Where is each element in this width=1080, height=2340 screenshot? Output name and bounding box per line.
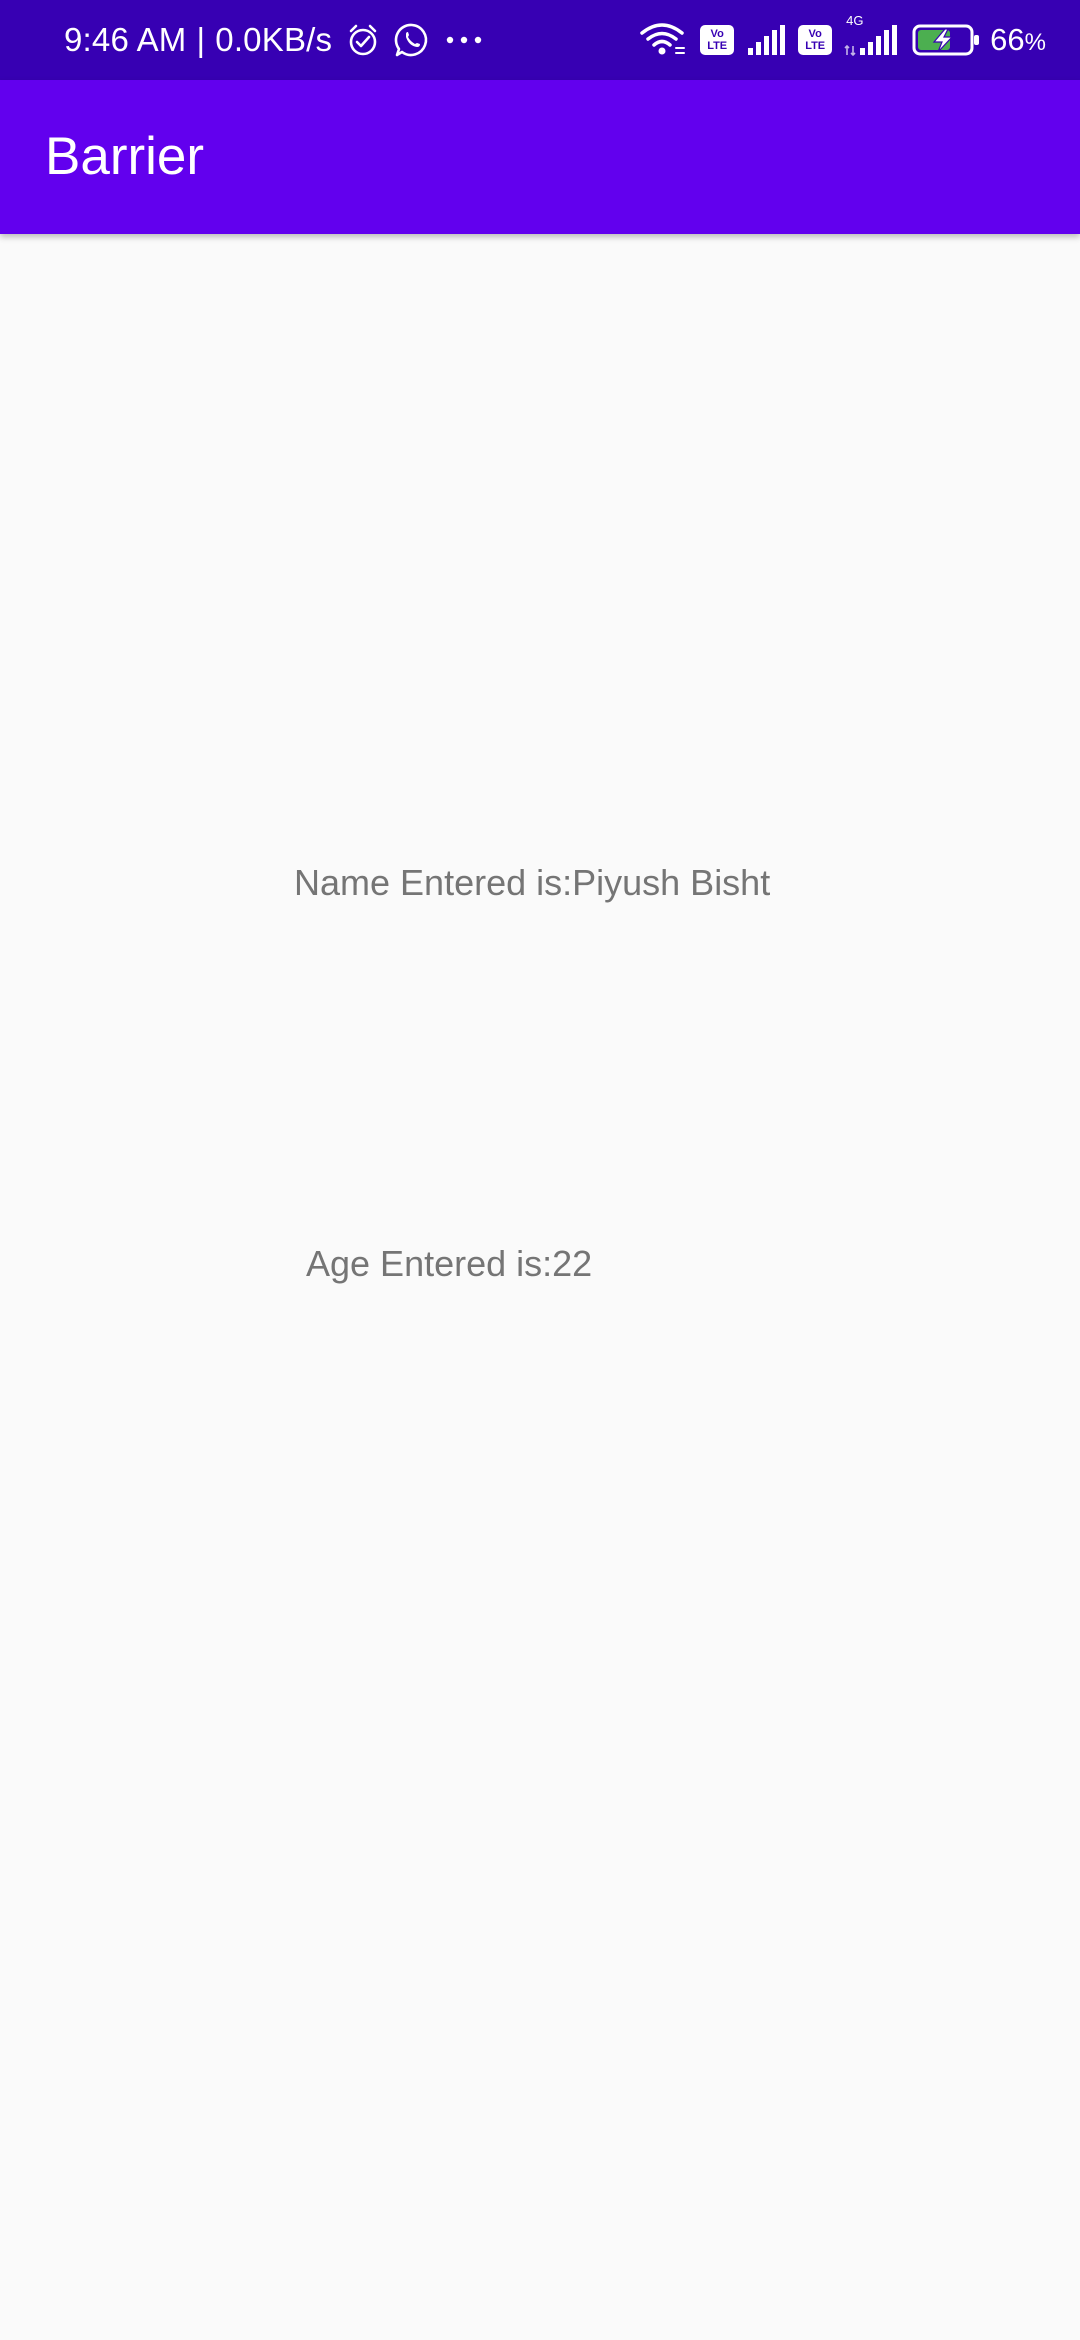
- battery-charging-icon: [912, 23, 982, 57]
- battery-unit: %: [1024, 29, 1046, 56]
- status-left-group: 9:46 AM | 0.0KB/s: [64, 0, 484, 80]
- volte-top-label: Vo: [710, 28, 724, 40]
- status-right-group: Vo LTE Vo LTE 4G 66%: [628, 0, 1046, 80]
- volte-top-label: Vo: [808, 28, 822, 40]
- status-time: 9:46 AM: [64, 21, 187, 58]
- more-dots-icon: [444, 34, 484, 46]
- volte-icon: Vo LTE: [798, 25, 833, 55]
- signal-4g-icon: 4G: [844, 14, 900, 56]
- battery-value: 66: [990, 22, 1025, 57]
- network-speed: 0.0KB/s: [215, 21, 333, 58]
- battery-percentage: 66%: [990, 22, 1046, 58]
- volte-icon: Vo LTE: [700, 25, 735, 55]
- volte-bottom-label: LTE: [805, 40, 826, 52]
- alarm-icon: [346, 23, 380, 57]
- network-type-label: 4G: [846, 13, 864, 28]
- age-entered-text: Age Entered is:22: [306, 1243, 593, 1284]
- app-bar: Barrier: [0, 80, 1080, 234]
- signal-icon: [746, 24, 786, 56]
- status-separator: |: [196, 21, 206, 58]
- status-bar: 9:46 AM | 0.0KB/s Vo LTE Vo LTE 4G 66%: [0, 0, 1080, 80]
- whatsapp-icon: [394, 22, 430, 58]
- app-title: Barrier: [45, 127, 205, 186]
- wifi-icon: [640, 22, 688, 58]
- name-entered-text: Name Entered is:Piyush Bisht: [294, 862, 771, 903]
- volte-bottom-label: LTE: [707, 40, 728, 52]
